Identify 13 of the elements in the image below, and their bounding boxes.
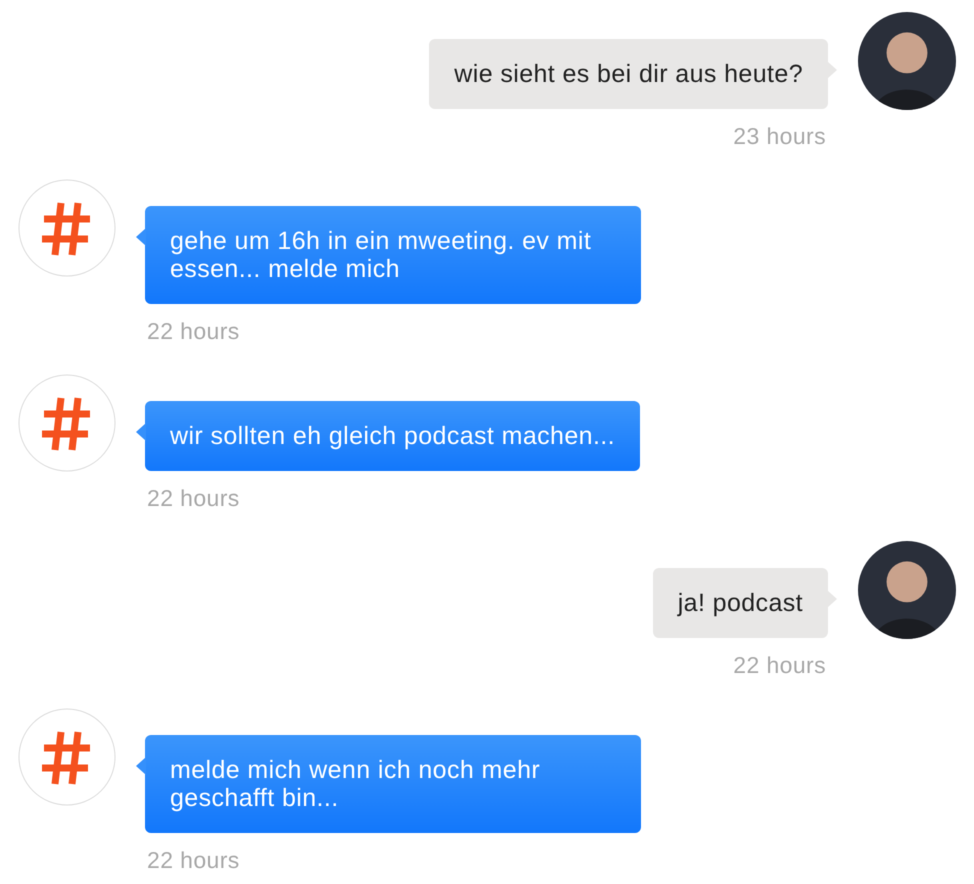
timestamp: 22 hours — [146, 485, 241, 511]
message-bubble: wie sieht es bei dir aus heute? — [429, 39, 828, 109]
timestamp: 22 hours — [146, 847, 241, 873]
hash-avatar-icon — [18, 374, 116, 472]
message-bubble: ja! podcast — [652, 568, 828, 638]
timestamp: 22 hours — [732, 652, 827, 678]
hash-avatar-icon — [18, 179, 116, 277]
timestamp: 22 hours — [146, 318, 241, 344]
message-bubble: gehe um 16h in ein mweeting. ev mit essen... melde mich — [145, 206, 641, 304]
hash-avatar-icon — [18, 708, 116, 806]
timestamp: 23 hours — [732, 123, 827, 149]
message-bubble: wir sollten eh gleich podcast machen... — [145, 401, 640, 471]
message-bubble: melde mich wenn ich noch mehr geschafft bin... — [145, 735, 641, 833]
